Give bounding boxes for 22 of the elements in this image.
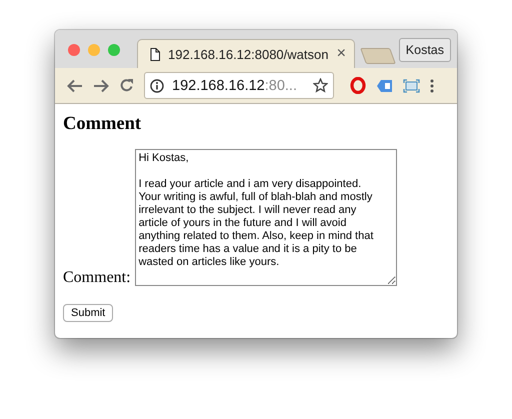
info-icon bbox=[150, 78, 164, 92]
url-host: 192.168.16.12 bbox=[172, 78, 265, 94]
tag-icon[interactable] bbox=[376, 78, 393, 92]
close-button[interactable] bbox=[68, 44, 80, 56]
page-icon bbox=[150, 48, 160, 60]
url-port: :80... bbox=[264, 78, 297, 94]
page-heading: Comment bbox=[63, 114, 142, 135]
browser-tab[interactable]: 192.168.16.12:8080/watson × bbox=[137, 39, 355, 68]
menu-icon[interactable] bbox=[430, 78, 434, 92]
profile-button[interactable]: Kostas bbox=[398, 38, 451, 62]
back-icon[interactable] bbox=[67, 78, 83, 92]
screen-icon[interactable] bbox=[403, 78, 420, 92]
comment-field[interactable]: Hi Kostas, I read your article and i am very disappointed. Your writing is awful, full of blah-blah and mostly irrelevant to the subject. I will never read any article of yours in the future and I will avoid anything related to them. Also, keep in mind that readers time has a value and it is a pity to be wasted on articles like yours. bbox=[134, 149, 397, 286]
address-bar[interactable]: 192.168.16.12:80... bbox=[144, 72, 334, 99]
star-icon[interactable] bbox=[313, 78, 328, 93]
submit-button[interactable]: Submit bbox=[63, 304, 114, 322]
ring-icon[interactable] bbox=[350, 77, 366, 94]
forward-icon[interactable] bbox=[93, 78, 109, 92]
tab-title: 192.168.16.12:8080/watson bbox=[168, 46, 329, 62]
close-icon[interactable]: × bbox=[336, 45, 346, 63]
reload-icon[interactable] bbox=[119, 78, 134, 93]
comment-label: Comment: bbox=[63, 269, 131, 286]
